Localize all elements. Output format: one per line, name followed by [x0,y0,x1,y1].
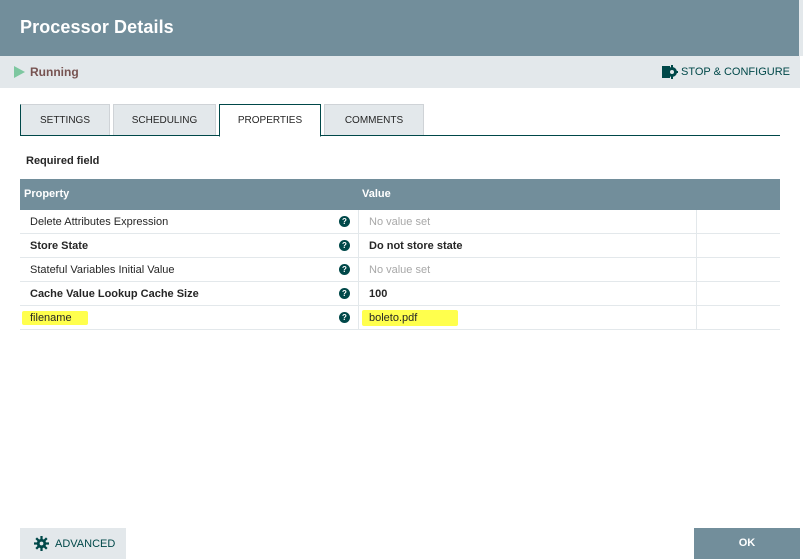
actions-cell [697,306,780,329]
advanced-button[interactable]: ADVANCED [20,528,126,559]
column-header-value: Value [362,188,391,200]
status-bar: Running STOP & CONFIGURE [0,56,800,88]
properties-table: Property Value Delete Attributes Express… [20,179,780,330]
table-row[interactable]: Stateful Variables Initial Value ? No va… [20,258,780,282]
property-name-cell: Delete Attributes Expression ? [20,210,359,233]
actions-cell [697,258,780,281]
required-field-label: Required field [26,155,100,167]
property-value-cell[interactable]: 100 [359,282,697,305]
help-icon[interactable]: ? [339,312,350,323]
stop-configure-button[interactable]: STOP & CONFIGURE [661,65,790,79]
gear-icon [661,65,678,79]
run-status: Running [14,65,79,79]
dialog-title: Processor Details [20,17,174,37]
help-icon[interactable]: ? [339,216,350,227]
help-icon[interactable]: ? [339,240,350,251]
property-value: boleto.pdf [369,312,418,324]
tab-scheduling[interactable]: SCHEDULING [113,104,216,136]
tab-bar: SETTINGS SCHEDULING PROPERTIES COMMENTS [20,104,427,137]
actions-cell [697,234,780,257]
window-edge [799,0,803,56]
table-row[interactable]: Cache Value Lookup Cache Size ? 100 [20,282,780,306]
property-value-cell[interactable]: boleto.pdf [359,306,697,329]
tab-settings[interactable]: SETTINGS [20,104,110,136]
help-icon[interactable]: ? [339,288,350,299]
column-header-property: Property [24,188,70,200]
actions-cell [697,282,780,305]
table-row[interactable]: Store State ? Do not store state [20,234,780,258]
property-name-cell: Store State ? [20,234,359,257]
ok-button[interactable]: OK [694,528,800,559]
tab-underline [20,135,780,136]
tab-comments[interactable]: COMMENTS [324,104,424,136]
property-value-cell[interactable]: Do not store state [359,234,697,257]
dialog-header: Processor Details [0,0,803,56]
play-icon [14,66,25,78]
tab-properties[interactable]: PROPERTIES [219,104,321,137]
property-value-cell[interactable]: No value set [359,258,697,281]
gear-icon [34,536,49,551]
property-name: Store State [30,240,89,252]
property-name: Stateful Variables Initial Value [30,264,175,276]
property-name-cell: filename ? [20,306,359,329]
property-name-cell: Cache Value Lookup Cache Size ? [20,282,359,305]
property-value-cell[interactable]: No value set [359,210,697,233]
run-status-text: Running [30,65,79,79]
help-icon[interactable]: ? [339,264,350,275]
actions-cell [697,210,780,233]
property-name: filename [30,312,72,324]
property-name-cell: Stateful Variables Initial Value ? [20,258,359,281]
table-row[interactable]: filename ? boleto.pdf [20,306,780,330]
advanced-label: ADVANCED [55,537,116,550]
stop-configure-label: STOP & CONFIGURE [680,66,790,78]
table-row[interactable]: Delete Attributes Expression ? No value … [20,210,780,234]
property-name: Cache Value Lookup Cache Size [30,288,199,300]
property-name: Delete Attributes Expression [30,216,169,228]
table-header: Property Value [20,179,780,210]
